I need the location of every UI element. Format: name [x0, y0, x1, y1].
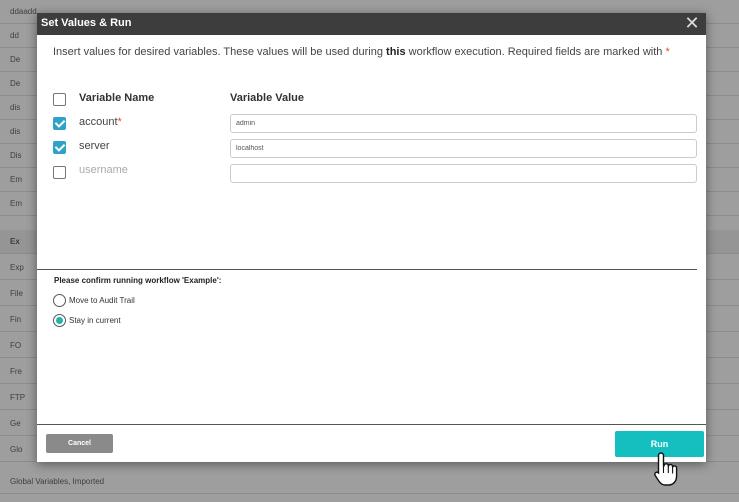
dialog-footer: Cancel Run	[37, 424, 706, 462]
intro-text: Insert values for desired variables. The…	[53, 46, 670, 58]
column-header-value: Variable Value	[230, 92, 304, 104]
option-move-to-audit-trail[interactable]: Move to Audit Trail	[53, 294, 183, 308]
cancel-button[interactable]: Cancel	[46, 434, 113, 453]
required-mark: *	[665, 46, 670, 58]
set-values-dialog: Set Values & Run ✕ Insert values for des…	[37, 13, 706, 462]
checkbox-account[interactable]	[53, 117, 66, 130]
radio-label: Move to Audit Trail	[69, 296, 135, 305]
variable-name-username: username	[79, 164, 128, 176]
radio-move-to-audit-trail[interactable]	[53, 294, 66, 307]
value-input-username[interactable]	[230, 164, 697, 183]
value-input-account[interactable]	[230, 114, 697, 133]
close-icon[interactable]: ✕	[683, 14, 701, 34]
dialog-title: Set Values & Run	[41, 17, 132, 29]
column-header-name: Variable Name	[79, 92, 155, 104]
radio-label: Stay in current	[69, 316, 121, 325]
value-input-server[interactable]	[230, 139, 697, 158]
dialog-header: Set Values & Run ✕	[37, 13, 706, 35]
select-all-checkbox[interactable]	[53, 93, 66, 106]
hand-cursor-icon	[654, 452, 678, 486]
confirm-label: Please confirm running workflow 'Example…	[54, 276, 222, 285]
radio-stay-in-current[interactable]	[53, 314, 66, 327]
option-stay-in-current[interactable]: Stay in current	[53, 314, 163, 328]
section-divider	[37, 269, 697, 270]
checkbox-server[interactable]	[53, 141, 66, 154]
checkbox-username[interactable]	[53, 166, 66, 179]
variable-name-account: account*	[79, 116, 122, 128]
variable-name-server: server	[79, 140, 110, 152]
